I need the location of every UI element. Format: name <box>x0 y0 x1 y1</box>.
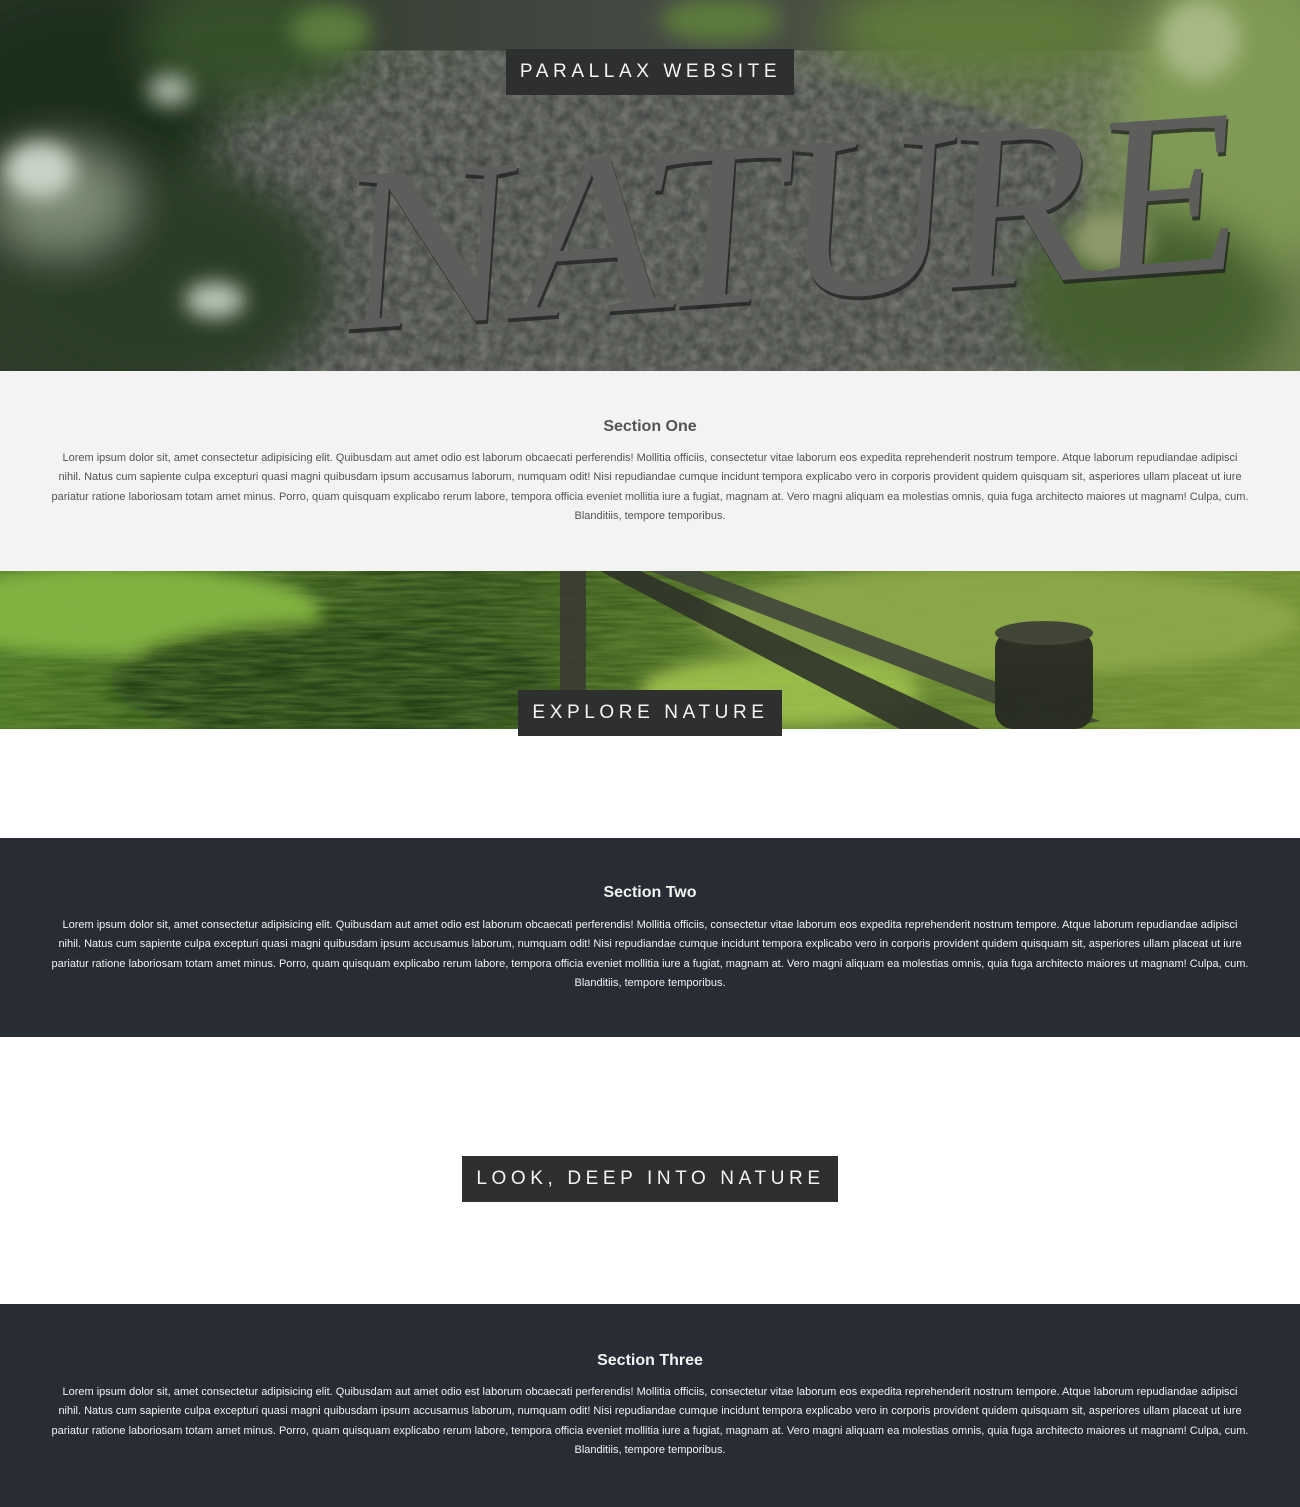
section-two: Section Two Lorem ipsum dolor sit, amet … <box>0 838 1300 1037</box>
explore-nature-banner[interactable]: EXPLORE NATURE <box>518 690 782 736</box>
hero-caption: PARALLAX WEBSITE <box>0 49 1300 95</box>
section-three-body: Lorem ipsum dolor sit, amet consectetur … <box>51 1386 1249 1456</box>
section-two-title: Section Two <box>603 884 697 901</box>
section-one: Section One Lorem ipsum dolor sit, amet … <box>0 371 1300 571</box>
explore-caption: EXPLORE NATURE <box>0 690 1300 736</box>
look-deep-caption: LOOK, DEEP INTO NATURE <box>0 1156 1300 1202</box>
section-two-body: Lorem ipsum dolor sit, amet consectetur … <box>51 919 1249 989</box>
section-one-title: Section One <box>603 418 697 435</box>
look-deep-into-nature-banner[interactable]: LOOK, DEEP INTO NATURE <box>462 1156 838 1202</box>
parallax-website-banner[interactable]: PARALLAX WEBSITE <box>505 49 795 95</box>
section-three: Section Three Lorem ipsum dolor sit, ame… <box>0 1304 1300 1507</box>
section-one-body: Lorem ipsum dolor sit, amet consectetur … <box>51 452 1249 522</box>
section-three-title: Section Three <box>597 1352 703 1369</box>
